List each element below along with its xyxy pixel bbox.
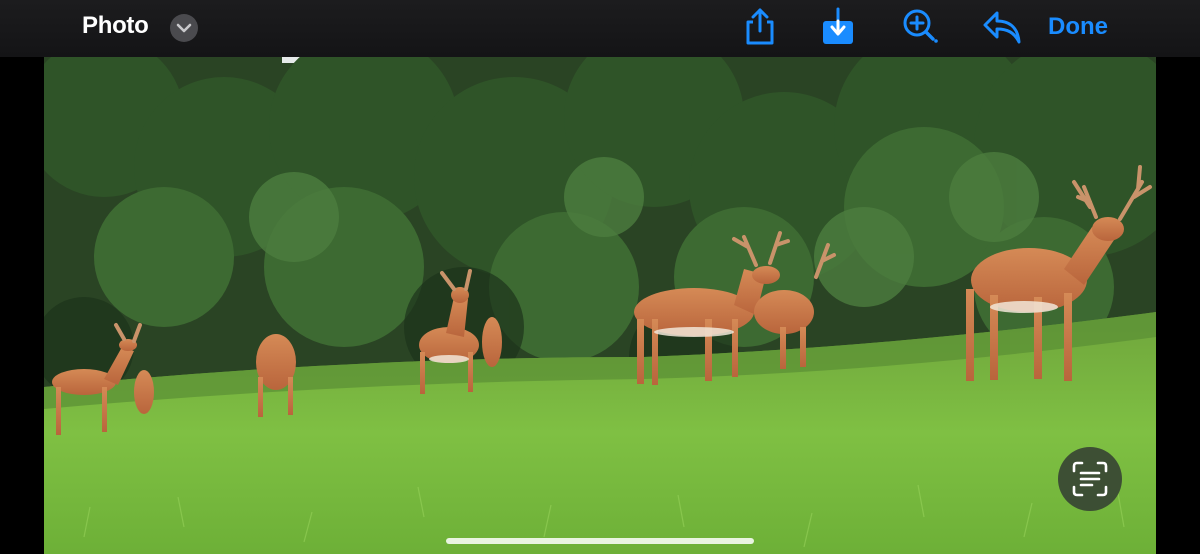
live-text-button[interactable] xyxy=(1058,447,1122,511)
reply-icon[interactable] xyxy=(980,7,1024,47)
done-button[interactable]: Done xyxy=(1048,13,1108,41)
live-text-icon xyxy=(1072,461,1108,497)
page-title[interactable]: Photo xyxy=(82,12,149,40)
photo-viewer[interactable] xyxy=(44,57,1156,554)
home-indicator[interactable] xyxy=(446,538,754,544)
top-toolbar: Photo Done xyxy=(0,0,1200,57)
trail-camera-photo xyxy=(44,57,1156,554)
chevron-down-icon[interactable] xyxy=(170,14,198,42)
share-icon[interactable] xyxy=(738,7,782,47)
zoom-in-icon[interactable] xyxy=(898,7,942,47)
download-icon[interactable] xyxy=(816,7,860,47)
